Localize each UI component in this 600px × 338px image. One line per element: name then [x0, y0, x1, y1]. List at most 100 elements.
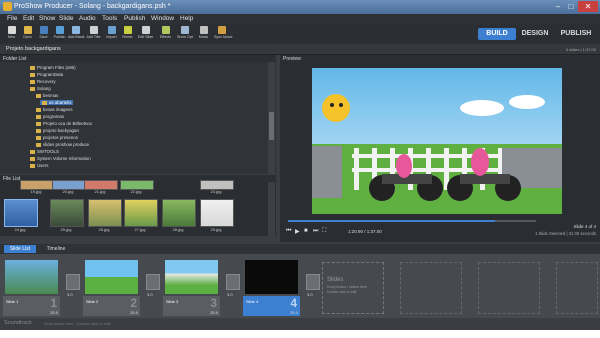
tree-item[interactable]: programas [36, 114, 64, 119]
transition-duration[interactable]: 3.0 [307, 292, 313, 297]
file-thumbnail[interactable] [162, 199, 196, 227]
menu-show[interactable]: Show [39, 15, 55, 22]
menu-slide[interactable]: Slide [59, 15, 73, 22]
slide-card[interactable]: Slide 2 2 25.0 [83, 258, 140, 316]
effects-button[interactable]: Effects [158, 25, 173, 44]
stop-button[interactable]: ■ [304, 228, 308, 234]
transition-icon[interactable]: 3.0 [146, 274, 160, 297]
folder-scroll-thumb[interactable] [269, 112, 274, 140]
file-name: 23.jpg [210, 189, 222, 194]
file-thumbnail[interactable] [200, 199, 234, 227]
transition-duration[interactable]: 3.0 [147, 292, 153, 297]
tab-slide-list[interactable]: Slide List [4, 245, 36, 253]
menu-help[interactable]: Help [180, 15, 193, 22]
menu-file[interactable]: File [7, 15, 17, 22]
slide-card[interactable]: Slide 1 1 25.0 [3, 258, 60, 316]
tree-item[interactable]: projeto backyagan [36, 128, 79, 133]
fullscreen-button[interactable]: ⛶ [322, 228, 326, 235]
file-name: 24.jpg [14, 227, 26, 232]
rewind-button[interactable]: ⏮ [286, 228, 291, 235]
preview-panel: ⏮ ▶ ■ ⏭ ⛶ 1:20.90 / 1:37.00 Slide 4 of 4… [280, 62, 600, 242]
file-thumbnail[interactable] [88, 199, 122, 227]
file-thumbnail[interactable] [124, 199, 158, 227]
preview-header: Preview [280, 55, 600, 62]
tree-item[interactable]: Program Files (x86) [30, 65, 76, 70]
transition-duration[interactable]: 3.0 [227, 292, 233, 297]
folder-icon [36, 114, 41, 119]
empty-slide-slot[interactable]: Slides Drop photos / videos here Double … [322, 262, 384, 314]
folder-icon [30, 149, 35, 154]
file-scrollbar[interactable] [268, 182, 275, 236]
menu-tools[interactable]: Tools [102, 15, 117, 22]
tree-item[interactable]: besas imagens [36, 107, 73, 112]
menu-publish[interactable]: Publish [124, 15, 145, 22]
slide-card-selected[interactable]: Slide 4 4 25.0 [243, 258, 300, 316]
close-button[interactable]: ✕ [578, 1, 598, 12]
save-button[interactable]: Save [36, 25, 51, 44]
minimize-button[interactable]: – [552, 1, 564, 12]
menu-audio[interactable]: Audio [79, 15, 96, 22]
folder-scrollbar[interactable] [268, 62, 275, 174]
timeline-scrubber[interactable] [288, 220, 536, 222]
add-title-icon [89, 26, 98, 34]
add-blank-button[interactable]: Add Blank [68, 25, 84, 44]
publish-tool-button[interactable]: Publish [52, 25, 67, 44]
tree-item[interactable]: SWTOOLS [30, 149, 59, 154]
empty-slide-slot[interactable] [556, 262, 598, 314]
slide-name: Slide 2 [86, 299, 99, 304]
sync-music-button[interactable]: Sync Music [214, 25, 232, 44]
tree-item[interactable]: System Volume Information [30, 156, 91, 161]
slide-name: Slide 4 [246, 299, 259, 304]
open-button[interactable]: Open [20, 25, 35, 44]
empty-slide-slot[interactable] [478, 262, 540, 314]
file-thumbnail[interactable] [50, 199, 84, 227]
transition-icon[interactable]: 3.0 [226, 274, 240, 297]
slide-duration[interactable]: 25.0 [130, 310, 138, 315]
open-icon [23, 26, 32, 34]
tab-timeline[interactable]: Timeline [42, 245, 70, 253]
selection-info: 1 Slide Selected | 31.00 seconds [535, 231, 596, 236]
menu-window[interactable]: Window [151, 15, 174, 22]
add-title-button[interactable]: Add Title [86, 25, 101, 44]
file-thumbnail-selected[interactable] [4, 199, 38, 227]
folder-icon [30, 65, 35, 70]
tree-item[interactable]: Projeto oca de Bitfeetnox [36, 121, 92, 126]
build-mode-button[interactable]: BUILD [478, 28, 516, 40]
tree-item[interactable]: slides proshow produce [36, 142, 89, 147]
file-name: 19.jpg [30, 189, 42, 194]
menu-edit[interactable]: Edit [23, 15, 34, 22]
soundtrack-bar[interactable]: Soundtrack Drop music here - Double clic… [0, 318, 600, 330]
tree-item[interactable]: Recovery [30, 79, 56, 84]
remix-button[interactable]: Remix [120, 25, 135, 44]
slide-card[interactable]: Slide 3 3 25.0 [163, 258, 220, 316]
transition-duration[interactable]: 3.0 [67, 292, 73, 297]
project-bar: Projeto backgardigans 4 slides | 1:37.00 [0, 44, 600, 55]
play-button[interactable]: ▶ [295, 228, 300, 235]
maximize-button[interactable]: □ [565, 1, 577, 12]
tree-item-selected[interactable]: as abartelis [40, 100, 74, 105]
folder-icon [30, 163, 35, 168]
tree-item[interactable]: Users [30, 163, 48, 168]
import-button[interactable]: Import [104, 25, 119, 44]
tree-item[interactable]: besmas [36, 93, 58, 98]
show-options-button[interactable]: Show Opt [177, 25, 193, 44]
app-icon [3, 2, 12, 11]
tree-item[interactable]: ProgramData [30, 72, 63, 77]
new-button[interactable]: New [4, 25, 19, 44]
slide-duration[interactable]: 25.0 [50, 310, 58, 315]
slide-duration[interactable]: 25.0 [210, 310, 218, 315]
publish-mode-button[interactable]: PUBLISH [556, 28, 596, 40]
transition-icon[interactable]: 3.0 [66, 274, 80, 297]
transition-icon[interactable]: 3.0 [306, 274, 320, 297]
edit-slide-button[interactable]: Edit Slide [138, 25, 153, 44]
slide-info: Slide 4 of 4 [573, 224, 596, 229]
tree-item[interactable]: Solang [30, 86, 51, 91]
design-mode-button[interactable]: DESIGN [518, 28, 552, 40]
slide-duration[interactable]: 25.0 [290, 310, 298, 315]
music-button[interactable]: Music [196, 25, 211, 44]
forward-button[interactable]: ⏭ [313, 228, 318, 235]
file-name: 27.jpg [134, 227, 146, 232]
folder-list[interactable]: Program Files (x86) ProgramData Recovery… [0, 62, 276, 174]
tree-item[interactable]: projetos presenos [36, 135, 78, 140]
empty-slide-slot[interactable] [400, 262, 462, 314]
